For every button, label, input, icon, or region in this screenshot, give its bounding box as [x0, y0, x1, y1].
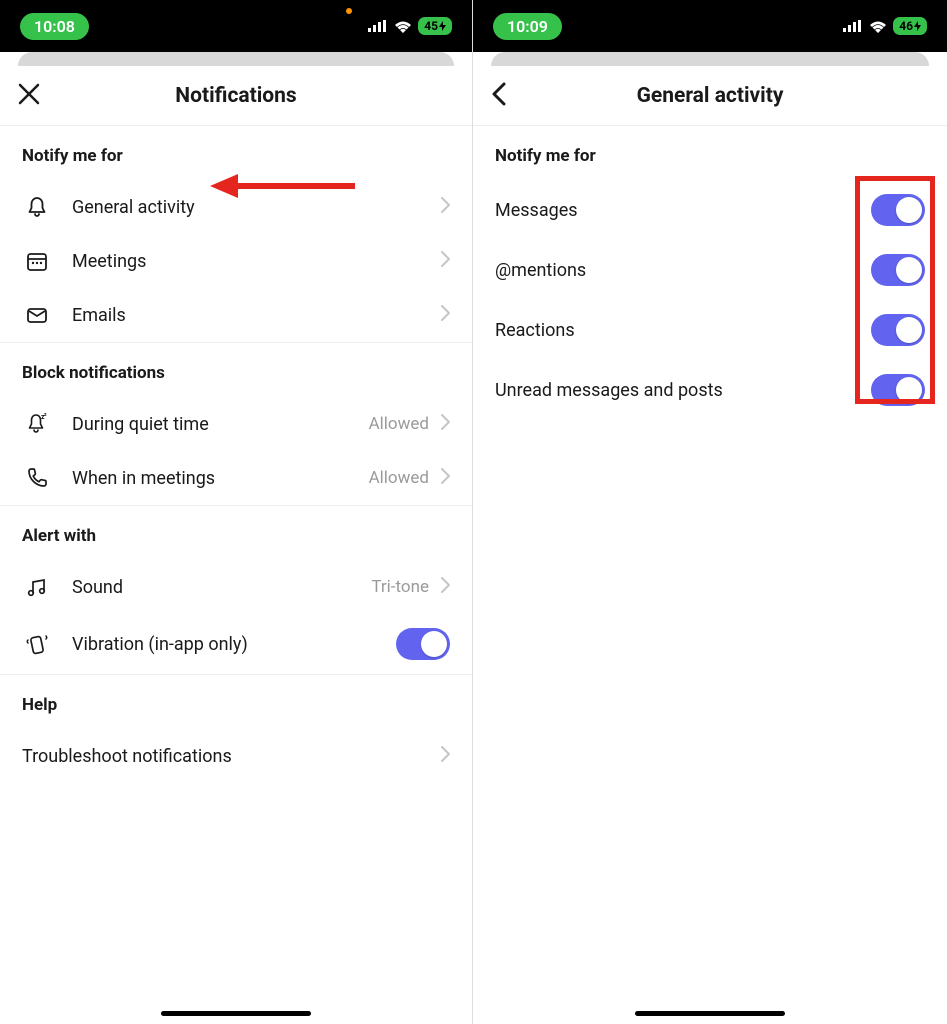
- status-bar: 10:08 45: [0, 0, 472, 52]
- status-time: 10:08: [20, 13, 89, 40]
- row-label: General activity: [72, 197, 441, 218]
- page-title: General activity: [637, 84, 784, 108]
- chevron-right-icon: [441, 468, 450, 488]
- row-label: Vibration (in-app only): [72, 634, 396, 655]
- nav-bar: General activity: [473, 66, 947, 126]
- row-general-activity[interactable]: General activity: [0, 180, 472, 234]
- section-header-help: Help: [0, 675, 472, 729]
- row-messages[interactable]: Messages: [473, 180, 947, 240]
- battery-indicator: 46: [893, 17, 927, 35]
- row-when-in-meetings[interactable]: When in meetings Allowed: [0, 451, 472, 505]
- home-indicator: [635, 1011, 785, 1016]
- status-indicators: 46: [843, 17, 927, 35]
- nav-bar: Notifications: [0, 66, 472, 126]
- row-value: Allowed: [369, 414, 429, 434]
- home-indicator: [161, 1011, 311, 1016]
- row-sound[interactable]: Sound Tri-tone: [0, 560, 472, 614]
- calendar-icon: [22, 249, 52, 273]
- row-label: Troubleshoot notifications: [22, 746, 441, 767]
- vibration-icon: [22, 631, 52, 657]
- status-bar: 10:09 46: [473, 0, 947, 52]
- quiet-bell-icon: zz: [22, 411, 52, 437]
- status-time: 10:09: [493, 13, 562, 40]
- row-unread[interactable]: Unread messages and posts: [473, 360, 947, 420]
- svg-text:z: z: [44, 412, 47, 418]
- sheet: General activity Notify me for Messages …: [473, 66, 947, 1024]
- mail-icon: [22, 303, 52, 327]
- mentions-toggle[interactable]: [871, 254, 925, 286]
- sheet: Notifications Notify me for General acti…: [0, 66, 472, 1024]
- row-value: Allowed: [369, 468, 429, 488]
- messages-toggle[interactable]: [871, 194, 925, 226]
- row-label: Reactions: [495, 320, 871, 341]
- content-area: Notify me for General activity Meetings: [0, 126, 472, 1024]
- section-header-notify: Notify me for: [473, 126, 947, 180]
- close-button[interactable]: [18, 83, 40, 109]
- section-header-notify: Notify me for: [0, 126, 472, 180]
- row-label: Messages: [495, 200, 871, 221]
- row-label: Emails: [72, 305, 441, 326]
- wifi-icon: [869, 20, 887, 33]
- row-reactions[interactable]: Reactions: [473, 300, 947, 360]
- row-mentions[interactable]: @mentions: [473, 240, 947, 300]
- close-icon: [18, 83, 40, 105]
- phone-left: 10:08 45 Notifications Notify me for: [0, 0, 473, 1024]
- cellular-icon: [368, 20, 388, 32]
- row-meetings[interactable]: Meetings: [0, 234, 472, 288]
- music-icon: [22, 575, 52, 599]
- phone-icon: [22, 466, 52, 490]
- section-header-alert: Alert with: [0, 506, 472, 560]
- row-label: When in meetings: [72, 468, 369, 489]
- chevron-right-icon: [441, 197, 450, 217]
- page-title: Notifications: [175, 84, 296, 108]
- reactions-toggle[interactable]: [871, 314, 925, 346]
- row-label: Meetings: [72, 251, 441, 272]
- unread-toggle[interactable]: [871, 374, 925, 406]
- back-button[interactable]: [491, 82, 507, 110]
- row-label: During quiet time: [72, 414, 369, 435]
- row-vibration[interactable]: Vibration (in-app only): [0, 614, 472, 674]
- chevron-right-icon: [441, 305, 450, 325]
- vibration-toggle[interactable]: [396, 628, 450, 660]
- chevron-right-icon: [441, 746, 450, 766]
- cellular-icon: [843, 20, 863, 32]
- wifi-icon: [394, 20, 412, 33]
- row-troubleshoot[interactable]: Troubleshoot notifications: [0, 729, 472, 783]
- row-value: Tri-tone: [371, 577, 429, 597]
- section-header-block: Block notifications: [0, 343, 472, 397]
- chevron-left-icon: [491, 82, 507, 106]
- battery-indicator: 45: [418, 17, 452, 35]
- content-area: Notify me for Messages @mentions Reactio…: [473, 126, 947, 1024]
- chevron-right-icon: [441, 251, 450, 271]
- row-label: Unread messages and posts: [495, 380, 871, 401]
- row-label: Sound: [72, 577, 371, 598]
- phone-right: 10:09 46 General activity Notify me for …: [473, 0, 947, 1024]
- row-label: @mentions: [495, 260, 871, 281]
- row-quiet-time[interactable]: zz During quiet time Allowed: [0, 397, 472, 451]
- status-indicators: 45: [368, 17, 452, 35]
- recording-indicator-dot: [346, 8, 352, 14]
- chevron-right-icon: [441, 414, 450, 434]
- row-emails[interactable]: Emails: [0, 288, 472, 342]
- chevron-right-icon: [441, 577, 450, 597]
- bell-icon: [22, 195, 52, 219]
